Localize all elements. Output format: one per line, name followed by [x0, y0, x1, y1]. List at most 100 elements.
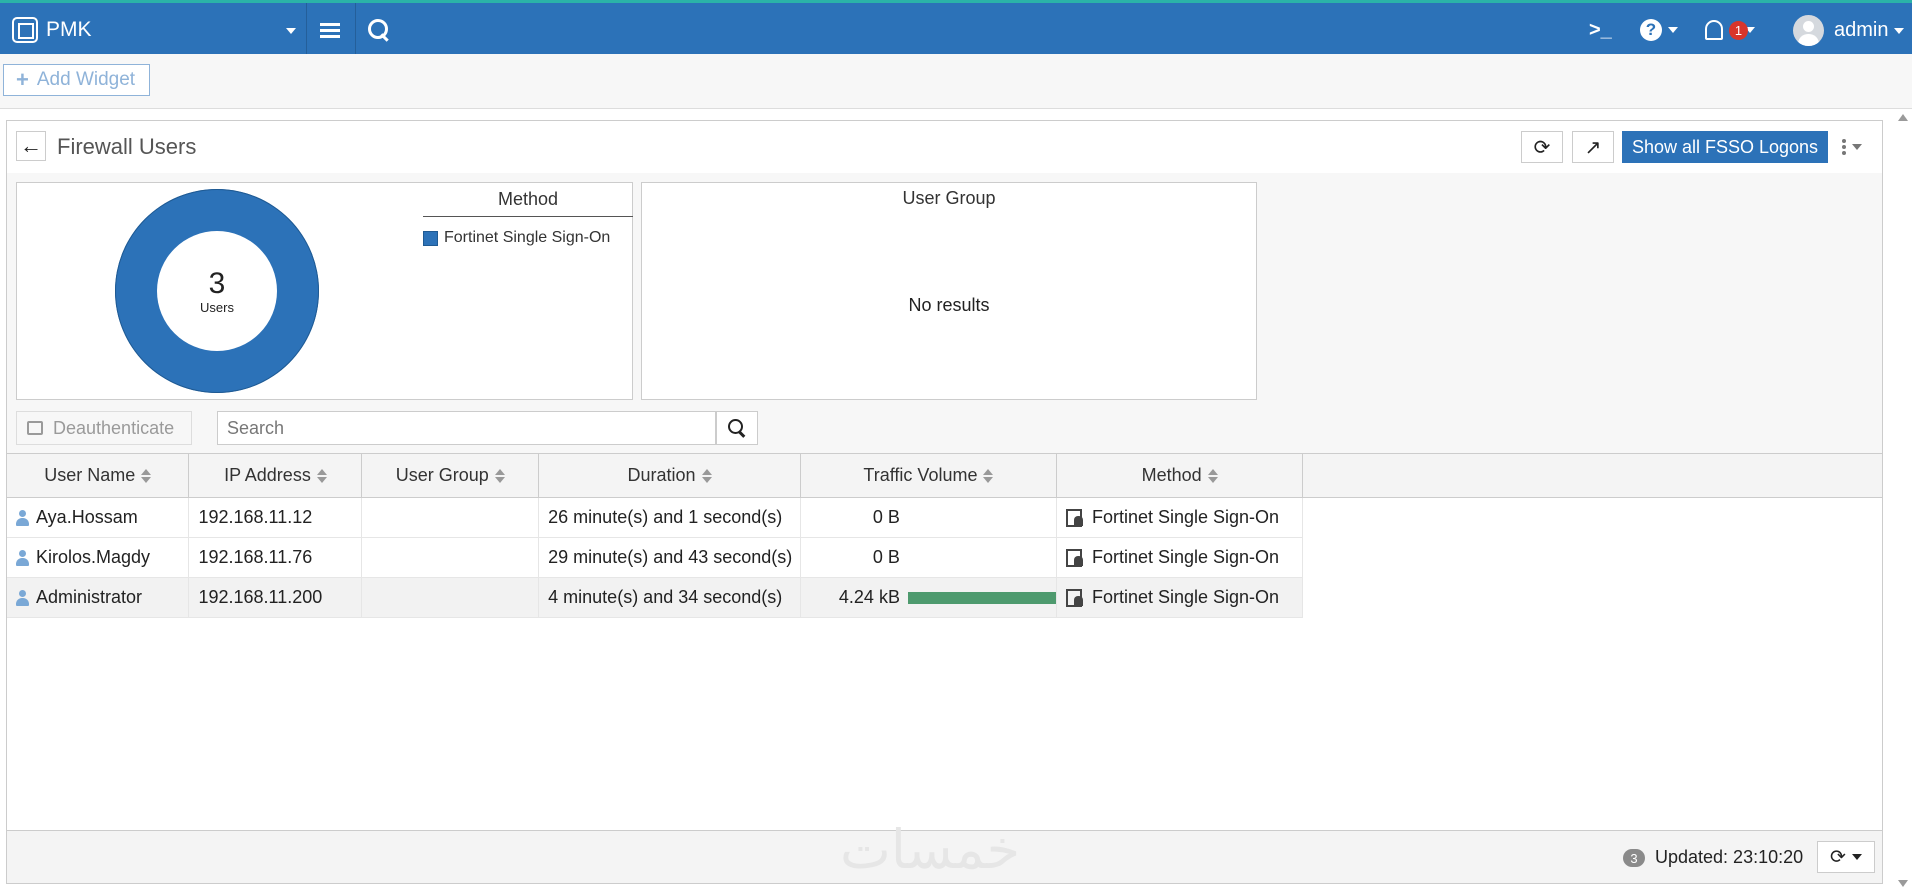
table-row[interactable]: Kirolos.Magdy 192.168.11.76 29 minute(s)… [7, 537, 1882, 578]
method-text: Fortinet Single Sign-On [1091, 547, 1280, 567]
fortigate-logo-icon [12, 17, 38, 43]
add-widget-button[interactable]: + Add Widget [3, 64, 150, 96]
user-menu[interactable]: admin [1834, 19, 1905, 42]
updated-timestamp: Updated: 23:10:20 [1655, 847, 1804, 867]
column-label: IP Address [224, 465, 311, 485]
users-donut-chart[interactable]: 3 Users [115, 189, 319, 393]
deauthenticate-button[interactable]: Deauthenticate [16, 411, 192, 445]
firewall-users-panel: ← Firewall Users ⟳ ↗ Show all FSSO Logon… [6, 120, 1883, 884]
summary-area: 3 Users Method Fortinet Single Sign-On U… [7, 173, 1882, 453]
cell-method: Fortinet Single Sign-On [1056, 577, 1304, 618]
legend-title: Method [423, 189, 633, 217]
cell-method: Fortinet Single Sign-On [1056, 497, 1304, 538]
column-header-traffic-volume[interactable]: Traffic Volume [800, 453, 1057, 498]
search-icon[interactable] [368, 17, 390, 43]
kebab-icon [1842, 137, 1846, 157]
search-input[interactable] [217, 411, 716, 445]
cell-group [361, 537, 540, 578]
sort-icon [701, 469, 712, 484]
user-icon [16, 590, 29, 607]
bell-icon [1705, 20, 1723, 40]
user-icon [16, 510, 29, 527]
scroll-up-icon[interactable] [1898, 114, 1908, 121]
cell-ip: 192.168.11.200 [188, 577, 363, 618]
search-icon [728, 419, 746, 437]
column-header-duration[interactable]: Duration [538, 453, 801, 498]
fsso-icon [1065, 549, 1084, 568]
arrow-left-icon: ← [20, 133, 42, 158]
refresh-button[interactable]: ⟳ [1521, 131, 1563, 163]
column-header-ip-address[interactable]: IP Address [188, 453, 363, 498]
column-label: Method [1141, 465, 1202, 485]
panel-header: ← Firewall Users ⟳ ↗ Show all FSSO Logon… [7, 121, 1882, 173]
column-header-user-name[interactable]: User Name [7, 453, 190, 498]
search-button[interactable] [716, 411, 758, 445]
brand-menu[interactable]: PMK [12, 15, 92, 45]
page-title: Firewall Users [57, 134, 197, 159]
traffic-bar [908, 552, 1056, 564]
fsso-icon [1065, 509, 1084, 528]
cell-method: Fortinet Single Sign-On [1056, 537, 1304, 578]
help-icon[interactable]: ? [1640, 17, 1678, 43]
external-link-icon: ↗ [1584, 136, 1602, 159]
terminal-icon[interactable]: >_ [1589, 17, 1612, 43]
show-all-fsso-logons-button[interactable]: Show all FSSO Logons [1622, 131, 1828, 163]
divider [355, 3, 356, 54]
user-group-title: User Group [902, 188, 996, 208]
cell-duration: 29 minute(s) and 43 second(s) [538, 537, 801, 578]
watermark: خمسات [840, 818, 1021, 881]
traffic-value: 4.24 kB [838, 587, 900, 607]
widget-bar: + Add Widget [0, 54, 1912, 109]
column-header-user-group[interactable]: User Group [361, 453, 540, 498]
table-toolbar: Deauthenticate [16, 411, 776, 447]
plus-icon: + [16, 67, 29, 92]
cell-ip: 192.168.11.12 [188, 497, 363, 538]
user-name-text: Kirolos.Magdy [36, 547, 151, 567]
sort-icon [141, 469, 152, 484]
traffic-value: 0 B [872, 507, 900, 527]
back-button[interactable]: ← [16, 131, 46, 161]
donut-center: 3 Users [157, 231, 277, 351]
more-options-button[interactable] [1842, 137, 1872, 157]
traffic-bar [908, 512, 1056, 524]
auto-refresh-button[interactable]: ⟳ [1817, 841, 1875, 873]
column-header-method[interactable]: Method [1056, 453, 1304, 498]
sort-icon [494, 469, 505, 484]
row-filler [1302, 497, 1882, 538]
cell-user: Aya.Hossam [7, 497, 190, 538]
column-label: User Group [395, 465, 489, 485]
method-text: Fortinet Single Sign-On [1091, 507, 1280, 527]
column-label: Traffic Volume [863, 465, 978, 485]
legend-item[interactable]: Fortinet Single Sign-On [423, 229, 633, 247]
table-row[interactable]: Aya.Hossam 192.168.11.12 26 minute(s) an… [7, 497, 1882, 538]
cell-traffic: 0 B [800, 497, 1057, 538]
user-group-card: User Group No results [641, 182, 1257, 400]
app-title: PMK [46, 18, 92, 41]
menu-icon[interactable] [320, 17, 340, 43]
method-text: Fortinet Single Sign-On [1091, 587, 1280, 607]
cell-user: Kirolos.Magdy [7, 537, 190, 578]
column-filler [1302, 453, 1882, 498]
chart-legend: Method Fortinet Single Sign-On [423, 189, 633, 247]
traffic-bar [907, 591, 1056, 604]
sort-icon [1207, 469, 1218, 484]
row-filler [1302, 577, 1882, 618]
user-name-text: Aya.Hossam [36, 507, 138, 527]
donut-count: 3 [208, 266, 226, 300]
donut-label: Users [200, 299, 234, 315]
legend-swatch [423, 230, 438, 246]
scrollbar[interactable] [1893, 110, 1912, 892]
avatar[interactable] [1793, 15, 1824, 46]
cell-traffic: 0 B [800, 537, 1057, 578]
chevron-down-icon[interactable] [286, 28, 296, 34]
row-filler [1302, 537, 1882, 578]
open-external-button[interactable]: ↗ [1572, 131, 1614, 163]
scroll-down-icon[interactable] [1898, 880, 1908, 887]
user-icon [16, 550, 29, 567]
cell-group [361, 577, 540, 618]
cell-traffic: 4.24 kB [800, 577, 1057, 618]
legend-label: Fortinet Single Sign-On [444, 229, 611, 246]
cell-user: Administrator [7, 577, 190, 618]
table-row[interactable]: Administrator 192.168.11.200 4 minute(s)… [7, 577, 1882, 618]
refresh-icon: ⟳ [1830, 846, 1846, 868]
